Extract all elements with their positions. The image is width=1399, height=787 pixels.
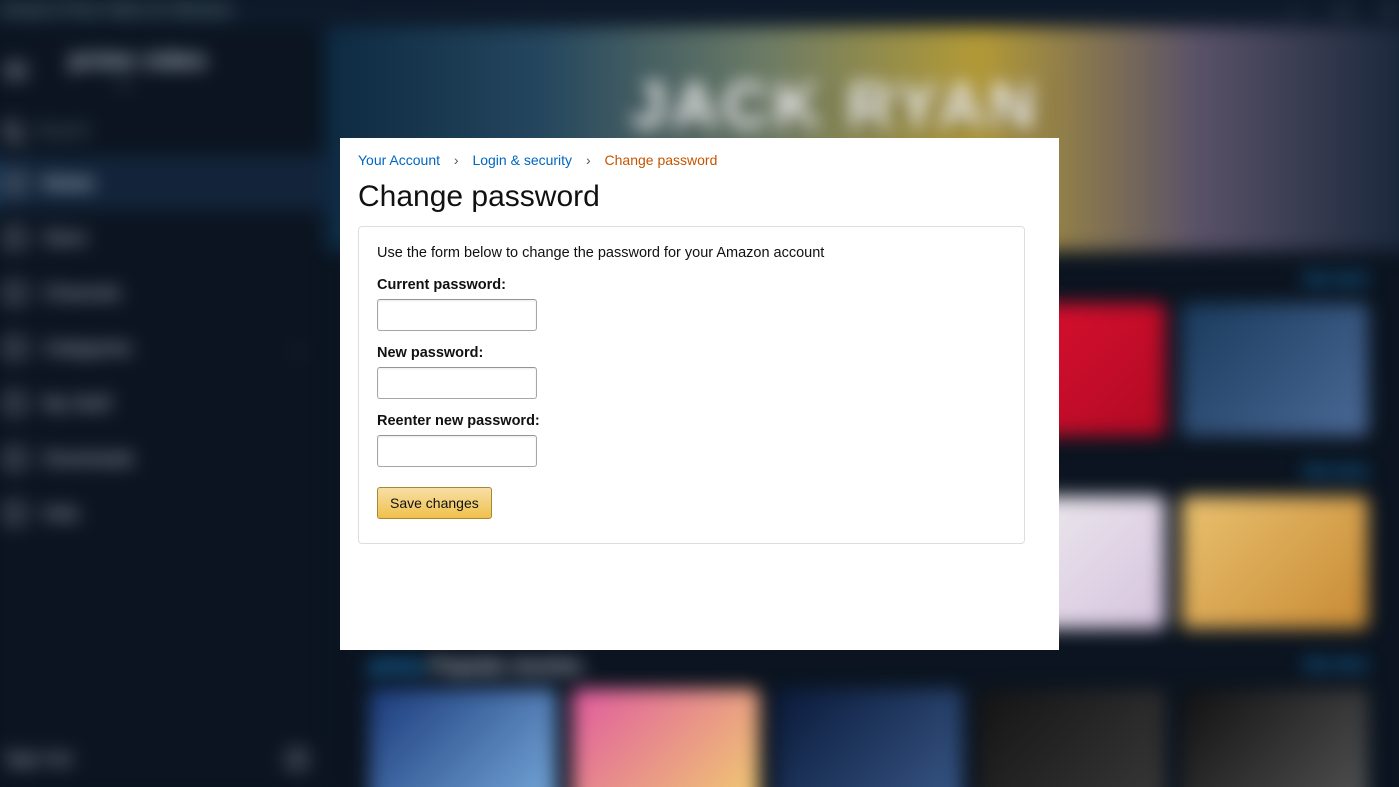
form-card: Use the form below to change the passwor… <box>358 226 1025 544</box>
categories-icon <box>4 338 24 358</box>
sidebar-item-categories[interactable]: Categories ⌄ <box>0 321 325 376</box>
content-tile[interactable] <box>775 689 962 787</box>
downloads-icon <box>4 448 24 468</box>
kids-icon <box>4 503 24 523</box>
breadcrumb-your-account[interactable]: Your Account <box>358 152 440 168</box>
sidebar-item-store[interactable]: Store <box>0 210 325 265</box>
sidebar-item-kids[interactable]: Kids <box>0 486 325 541</box>
sign-out-label: Sign Out <box>4 749 71 769</box>
maximize-icon[interactable]: ▢ <box>1319 0 1366 27</box>
change-password-modal: Your Account › Login & security › Change… <box>340 138 1059 650</box>
breadcrumb-current: Change password <box>605 152 718 168</box>
new-password-field[interactable] <box>377 367 537 399</box>
current-password-label: Current password: <box>377 277 1006 293</box>
breadcrumb-login-security[interactable]: Login & security <box>472 152 572 168</box>
sign-out-row[interactable]: Sign Out <box>0 734 325 785</box>
menu-icon[interactable] <box>4 70 26 72</box>
minimize-icon[interactable]: — <box>1272 0 1319 27</box>
sidebar-item-label: Home <box>43 172 94 193</box>
close-icon[interactable]: ✕ <box>1366 0 1399 27</box>
sidebar-item-label: Kids <box>43 503 79 524</box>
see-more-link[interactable]: See more <box>1304 462 1368 478</box>
content-tile[interactable] <box>1181 496 1368 629</box>
content-tile[interactable] <box>573 689 760 787</box>
sidebar-item-home[interactable]: Home <box>0 155 325 210</box>
chevron-down-icon: ⌄ <box>291 337 306 358</box>
sidebar: prime video ⌣ Search Home Store Channels… <box>0 27 325 787</box>
home-icon <box>4 173 24 193</box>
logo-row: prime video ⌣ <box>0 27 325 115</box>
breadcrumb-sep: › <box>586 152 591 168</box>
sidebar-item-label: My Stuff <box>43 392 110 413</box>
sidebar-item-label: Downloads <box>43 448 134 469</box>
see-more-link[interactable]: See more <box>1304 270 1368 286</box>
logo-smile-icon: ⌣ <box>117 71 130 94</box>
logo-text: prime video <box>70 47 207 74</box>
exit-icon <box>288 750 306 768</box>
reenter-password-label: Reenter new password: <box>377 413 1006 429</box>
page-title: Change password <box>340 170 1059 226</box>
window-controls: — ▢ ✕ <box>1272 0 1399 27</box>
search-row[interactable]: Search <box>0 115 325 156</box>
content-tile[interactable] <box>978 689 1165 787</box>
channels-icon <box>4 283 24 303</box>
save-button[interactable]: Save changes <box>377 487 492 519</box>
sidebar-item-label: Categories <box>43 337 132 358</box>
sidebar-item-downloads[interactable]: Downloads <box>0 431 325 486</box>
new-password-label: New password: <box>377 345 1006 361</box>
sidebar-item-label: Store <box>43 227 87 248</box>
current-password-field[interactable] <box>377 299 537 331</box>
prime-badge: prime <box>370 655 426 677</box>
breadcrumb-sep: › <box>454 152 459 168</box>
sidebar-item-channels[interactable]: Channels <box>0 265 325 320</box>
breadcrumb: Your Account › Login & security › Change… <box>340 138 1059 170</box>
row-title: Popular movies <box>431 655 583 677</box>
search-placeholder: Search <box>35 121 90 141</box>
content-tile[interactable] <box>1181 689 1368 787</box>
form-intro: Use the form below to change the passwor… <box>377 245 1006 261</box>
reenter-password-field[interactable] <box>377 435 537 467</box>
window-title: Amazon Prime Video for Windows <box>0 1 232 18</box>
see-more-link[interactable]: See more <box>1304 655 1368 671</box>
content-tile[interactable] <box>370 689 557 787</box>
store-icon <box>4 228 24 248</box>
mystuff-icon <box>4 393 24 413</box>
content-tile[interactable] <box>1181 303 1368 436</box>
tile-row <box>325 681 1399 787</box>
hero-title: JACK RYAN <box>631 68 1040 143</box>
sidebar-item-label: Channels <box>43 282 121 303</box>
window-titlebar: Amazon Prime Video for Windows — ▢ ✕ <box>0 0 1399 27</box>
search-icon <box>2 122 20 140</box>
sidebar-item-mystuff[interactable]: My Stuff <box>0 376 325 431</box>
